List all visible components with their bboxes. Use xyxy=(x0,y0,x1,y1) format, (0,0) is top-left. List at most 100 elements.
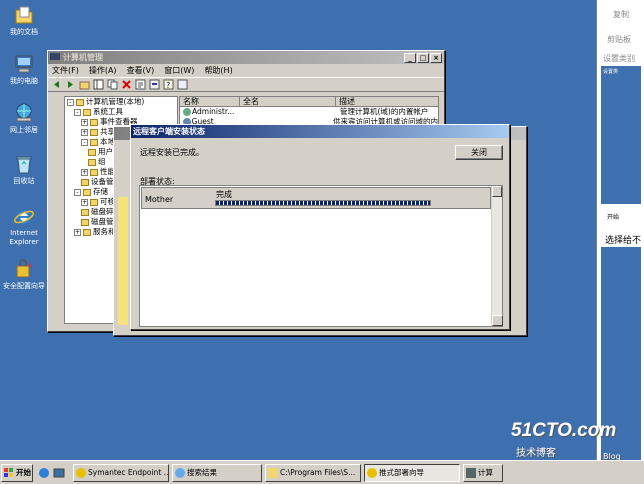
desktop-icon-ie[interactable]: Internet Explorer xyxy=(0,205,48,247)
watermark: 51CTO.com 技术博客 Blog xyxy=(511,420,621,461)
menu-file[interactable]: 文件(F) xyxy=(52,65,79,76)
collapse-icon[interactable]: - xyxy=(67,98,74,106)
menu-action[interactable]: 操作(A) xyxy=(89,65,117,76)
collapse-icon[interactable]: - xyxy=(74,188,81,196)
folder-icon xyxy=(81,208,89,216)
right-snapshot-strip: 复制 剪贴板 设置类别 设置类 开始 选择给不 xyxy=(596,0,644,460)
clipboard-label: 剪贴板 xyxy=(607,35,631,44)
view-icon[interactable] xyxy=(177,79,188,90)
scroll-down-button[interactable] xyxy=(492,315,503,326)
desktop-icon-recycle-bin[interactable]: 回收站 xyxy=(0,153,48,186)
desktop-quicklaunch-icon[interactable] xyxy=(53,467,65,479)
title-bar[interactable]: 计算机管理 _ □ × xyxy=(48,51,444,64)
user-icon xyxy=(183,108,191,116)
column-headers: 名称 全名 描述 xyxy=(180,97,438,107)
maximize-button[interactable]: □ xyxy=(417,52,429,63)
taskbar-item-push-deploy[interactable]: 推式部署向导 xyxy=(364,463,460,482)
tree-item[interactable]: - 系统工具 xyxy=(65,107,177,117)
up-folder-icon[interactable] xyxy=(79,79,90,90)
ie-icon xyxy=(14,210,34,224)
export-list-icon[interactable] xyxy=(149,79,160,90)
remote-install-status-dialog[interactable]: 远程客户端安装状态 远程安装已完成。 关闭 部署状态: Mother 完成 xyxy=(130,124,510,330)
desktop-icon-security-wizard[interactable]: 安全配置向导 xyxy=(0,258,48,291)
desktop-icon-label: 网上邻居 xyxy=(10,126,38,134)
desktop-icon-network[interactable]: 网上邻居 xyxy=(0,102,48,135)
vertical-scrollbar[interactable] xyxy=(491,186,503,326)
expand-icon[interactable]: + xyxy=(81,198,88,206)
tree-item[interactable]: - 计算机管理(本地) xyxy=(65,97,177,107)
taskbar-item-symantec[interactable]: Symantec Endpoint ... xyxy=(73,463,169,482)
menu-bar: 文件(F) 操作(A) 查看(V) 窗口(W) 帮助(H) xyxy=(48,64,444,77)
expand-icon[interactable]: + xyxy=(74,228,81,236)
settings-label: 设置类别 xyxy=(603,54,635,63)
collapse-icon[interactable]: - xyxy=(81,138,88,146)
taskbar-item-label: C:\Program Files\S... xyxy=(280,467,356,477)
show-tree-icon[interactable] xyxy=(93,79,104,90)
menu-window[interactable]: 窗口(W) xyxy=(164,65,194,76)
folder-icon xyxy=(90,128,98,136)
dialog-title: 远程客户端安装状态 xyxy=(133,127,205,136)
network-places-icon xyxy=(16,103,32,122)
desktop-icon-label: Internet Explorer xyxy=(9,229,39,246)
desktop-icon-my-computer[interactable]: 我的电脑 xyxy=(0,53,48,86)
scroll-up-button[interactable] xyxy=(492,186,502,197)
properties-icon[interactable] xyxy=(135,79,146,90)
svg-text:?: ? xyxy=(166,81,170,90)
toolbar: ? xyxy=(48,77,444,92)
close-dialog-button[interactable]: 关闭 xyxy=(455,145,503,160)
wizard-side-panel xyxy=(118,197,128,325)
folder-icon xyxy=(268,467,278,478)
dialog-title-bar[interactable]: 远程客户端安装状态 xyxy=(131,125,509,138)
column-header-name[interactable]: 名称 xyxy=(180,97,240,106)
recycle-bin-icon xyxy=(16,156,32,174)
folder-icon xyxy=(90,118,98,126)
folder-icon xyxy=(81,178,89,186)
computer-management-icon xyxy=(466,467,476,478)
desktop-icon-label: 回收站 xyxy=(13,177,35,185)
forward-icon[interactable] xyxy=(65,79,76,90)
expand-icon[interactable]: + xyxy=(81,168,88,176)
folder-icon xyxy=(88,148,96,156)
folder-icon xyxy=(83,108,91,116)
computer-name: Mother xyxy=(145,195,174,204)
row-description: 管理计算机(域)的内置帐户 xyxy=(340,107,429,116)
folder-icon xyxy=(76,98,84,106)
desktop-icon-label: 安全配置向导 xyxy=(3,282,45,290)
tree-item-label: 存储 xyxy=(93,187,108,196)
column-header-description[interactable]: 描述 xyxy=(336,97,438,106)
menu-view[interactable]: 查看(V) xyxy=(127,65,155,76)
collapse-icon[interactable]: - xyxy=(74,108,81,116)
column-header-fullname[interactable]: 全名 xyxy=(240,97,336,106)
back-icon[interactable] xyxy=(51,79,62,90)
wizard-icon xyxy=(367,467,377,478)
table-row[interactable]: Administr... 管理计算机(域)的内置帐户 xyxy=(180,107,438,117)
taskbar-item-label: 计算 xyxy=(478,467,493,477)
help-icon[interactable]: ? xyxy=(163,79,174,90)
status-row[interactable]: Mother 完成 xyxy=(141,187,491,209)
taskbar-item-search-results[interactable]: 搜索结果 xyxy=(172,463,262,482)
row-name: Administr... xyxy=(192,107,235,116)
taskbar-item-computer-mgmt[interactable]: 计算 xyxy=(463,463,503,482)
start-label: 开始 xyxy=(16,467,31,477)
menu-help[interactable]: 帮助(H) xyxy=(204,65,232,76)
expand-icon[interactable]: + xyxy=(81,128,88,136)
delete-icon[interactable] xyxy=(121,79,132,90)
minimize-button[interactable]: _ xyxy=(404,52,416,63)
mini-start-label: 开始 xyxy=(607,214,620,221)
expand-icon[interactable]: + xyxy=(81,118,88,126)
tree-item-label: 系统工具 xyxy=(93,107,123,116)
mini-desktop-top: 设置类 xyxy=(601,66,641,204)
taskbar-item-program-files[interactable]: C:\Program Files\S... xyxy=(265,463,361,482)
security-wizard-icon xyxy=(16,259,32,278)
close-button[interactable]: × xyxy=(430,52,442,63)
tree-item-label: 组 xyxy=(98,157,106,166)
folder-icon xyxy=(90,138,98,146)
folder-icon xyxy=(81,218,89,226)
start-button[interactable]: 开始 xyxy=(1,463,33,482)
windows-logo-icon xyxy=(4,467,13,477)
taskbar-item-label: Symantec Endpoint ... xyxy=(88,467,169,477)
status-list[interactable]: Mother 完成 xyxy=(139,185,503,327)
copy-icon[interactable] xyxy=(107,79,118,90)
ie-quicklaunch-icon[interactable] xyxy=(38,467,50,479)
desktop-icon-my-documents[interactable]: 我的文档 xyxy=(0,4,48,37)
